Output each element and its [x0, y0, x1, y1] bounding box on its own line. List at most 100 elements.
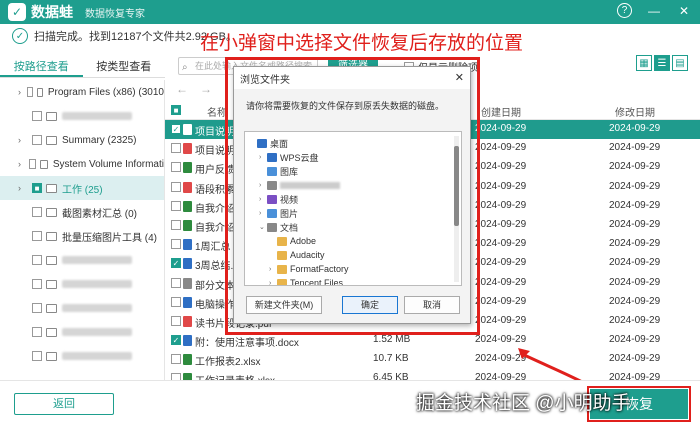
chevron-right-icon[interactable]: › — [18, 183, 28, 193]
tab-by-type[interactable]: 按类型查看 — [83, 58, 166, 77]
file-created: 2024-09-29 — [475, 314, 527, 326]
tree-checkbox[interactable] — [32, 111, 42, 121]
tree-checkbox[interactable] — [26, 87, 33, 97]
tree-checkbox[interactable] — [32, 135, 42, 145]
tree-checkbox[interactable] — [32, 351, 42, 361]
tree-checkbox[interactable] — [32, 279, 42, 289]
list-view-icon[interactable]: ☰ — [654, 55, 670, 71]
file-icon — [183, 354, 192, 366]
col-name-header[interactable]: 名称 — [207, 104, 227, 119]
tree-checkbox[interactable] — [32, 231, 42, 241]
dialog-message: 请你将需要恢复的文件保存到原丢失数据的磁盘。 — [246, 101, 445, 111]
tree-checkbox[interactable]: ■ — [32, 183, 42, 193]
cancel-button[interactable]: 取消 — [404, 296, 460, 314]
row-checkbox[interactable]: ✓ — [171, 258, 181, 269]
new-folder-button[interactable]: 新建文件夹(M) — [246, 296, 322, 314]
tab-by-path[interactable]: 按路径查看 — [0, 58, 83, 77]
dialog-tree-item[interactable]: 图库 — [245, 164, 461, 178]
view-toggles: ▦ ☰ ▤ — [636, 55, 688, 71]
tree-item-label: 批量压缩图片工具 (4) — [62, 232, 157, 244]
row-checkbox[interactable]: ✓ — [171, 124, 181, 134]
file-icon — [183, 239, 192, 251]
dialog-scrollbar-thumb[interactable] — [454, 146, 459, 226]
tree-item[interactable]: 截图素材汇总 (0) — [0, 200, 164, 224]
help-icon[interactable]: ? — [617, 3, 632, 18]
tree-checkbox[interactable] — [32, 255, 42, 265]
dialog-tree-label: FormatFactory — [290, 264, 349, 274]
chevron-icon[interactable]: › — [269, 280, 277, 286]
row-checkbox[interactable] — [171, 143, 181, 154]
row-checkbox[interactable]: ✓ — [171, 335, 181, 346]
file-icon — [183, 200, 192, 212]
file-icon — [183, 335, 192, 347]
tree-item[interactable] — [0, 320, 164, 344]
dialog-close-icon[interactable]: ✕ — [455, 71, 464, 84]
chevron-right-icon[interactable]: › — [18, 135, 28, 145]
tree-checkbox[interactable] — [32, 303, 42, 313]
col-modified-header[interactable]: 修改日期 — [615, 104, 655, 119]
row-checkbox[interactable] — [171, 219, 181, 230]
dialog-tree-item[interactable]: ⌄ 文档 — [245, 220, 461, 234]
chevron-icon[interactable]: › — [259, 196, 267, 203]
blurred-label — [62, 256, 132, 264]
dialog-tree-item[interactable]: › 视频 — [245, 192, 461, 206]
row-checkbox[interactable] — [171, 239, 181, 250]
close-icon[interactable]: ✕ — [676, 3, 692, 19]
row-checkbox[interactable] — [171, 277, 181, 288]
dialog-tree-item[interactable]: › Tencent Files — [245, 276, 461, 286]
dialog-tree-item[interactable]: 桌面 — [245, 136, 461, 150]
tree-item[interactable]: › Program Files (x86) (3010 — [0, 80, 164, 104]
row-checkbox[interactable] — [171, 354, 181, 365]
file-created: 2024-09-29 — [475, 142, 527, 154]
file-modified: 2024-09-29 — [609, 199, 661, 211]
tree-item[interactable] — [0, 272, 164, 296]
dialog-tree-item[interactable]: › 图片 — [245, 206, 461, 220]
table-row[interactable]: 工作报表2.xlsx 10.7 KB 2024-09-29 2024-09-29 — [165, 350, 700, 369]
tree-item-label: 工作 (25) — [62, 184, 103, 196]
chevron-icon[interactable]: › — [259, 210, 267, 217]
tree-item[interactable] — [0, 248, 164, 272]
chevron-icon[interactable]: › — [269, 266, 277, 273]
row-checkbox[interactable] — [171, 315, 181, 326]
dialog-tree-item[interactable]: Adobe — [245, 234, 461, 248]
file-modified: 2024-09-29 — [609, 257, 661, 269]
dialog-tree-item[interactable]: Audacity — [245, 248, 461, 262]
folder-icon — [46, 207, 57, 217]
minimize-icon[interactable]: — — [646, 3, 662, 19]
chevron-icon[interactable]: › — [259, 182, 267, 189]
tree-item[interactable] — [0, 344, 164, 368]
ok-button[interactable]: 确定 — [342, 296, 398, 314]
tree-item[interactable]: › System Volume Informati — [0, 152, 164, 176]
tree-item[interactable] — [0, 296, 164, 320]
chevron-icon[interactable]: › — [259, 154, 267, 161]
tree-item[interactable]: 批量压缩图片工具 (4) — [0, 224, 164, 248]
tree-item[interactable] — [0, 104, 164, 128]
dialog-tree-item[interactable]: › WPS云盘 — [245, 150, 461, 164]
tree-checkbox[interactable] — [32, 207, 42, 217]
tree-item[interactable]: › Summary (2325) — [0, 128, 164, 152]
tree-item-work[interactable]: › ■ 工作 (25) — [0, 176, 164, 200]
folder-icon — [46, 111, 57, 121]
chevron-right-icon[interactable]: › — [18, 87, 23, 97]
row-checkbox[interactable] — [171, 200, 181, 211]
grid-view-icon[interactable]: ▦ — [636, 55, 652, 71]
row-checkbox[interactable] — [171, 296, 181, 307]
dialog-tree-item[interactable]: › FormatFactory — [245, 262, 461, 276]
col-created-header[interactable]: 创建日期 — [481, 104, 521, 119]
file-modified: 2024-09-29 — [609, 218, 661, 230]
tree-checkbox[interactable] — [32, 327, 42, 337]
back-arrow-icon[interactable]: ← — [176, 82, 188, 96]
back-button[interactable]: 返回 — [14, 393, 114, 415]
tree-checkbox[interactable] — [28, 159, 36, 169]
chevron-icon[interactable]: ⌄ — [259, 223, 267, 231]
chevron-right-icon[interactable]: › — [18, 159, 25, 169]
file-name: 工作报表2.xlsx — [195, 357, 261, 369]
folder-icon — [46, 327, 57, 337]
forward-arrow-icon[interactable]: → — [200, 82, 212, 96]
row-checkbox[interactable] — [171, 162, 181, 173]
row-checkbox[interactable] — [171, 181, 181, 192]
select-all-checkbox[interactable]: ■ — [171, 105, 181, 115]
app-subtitle: 数据恢复专家 — [85, 8, 145, 20]
dialog-tree-item[interactable]: › — [245, 178, 461, 192]
detail-view-icon[interactable]: ▤ — [672, 55, 688, 71]
